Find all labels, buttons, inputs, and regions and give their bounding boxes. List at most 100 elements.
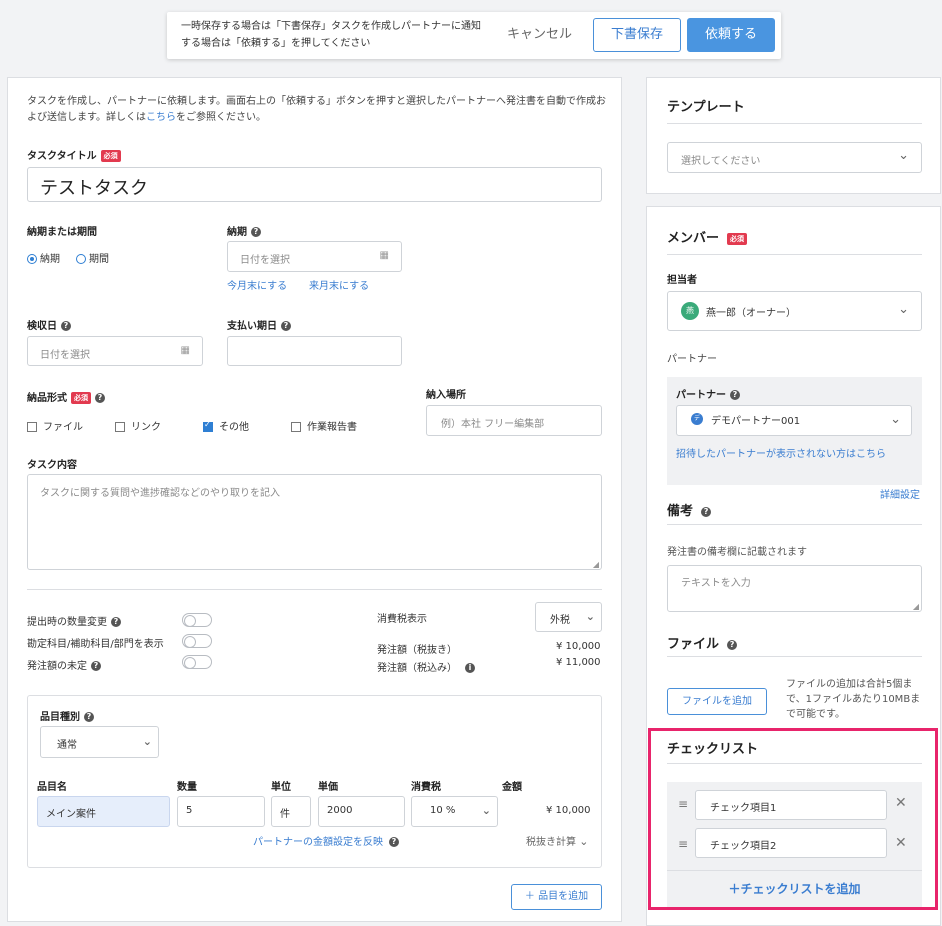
drag-handle-icon[interactable]: ≡ xyxy=(678,797,688,811)
calendar-icon: ▦ xyxy=(379,250,389,261)
avatar: デ xyxy=(691,413,703,425)
add-file-button[interactable]: ファイルを追加 xyxy=(667,688,767,715)
template-title: テンプレート xyxy=(667,100,745,115)
add-checklist-button[interactable]: ＋チェックリストを追加 xyxy=(667,880,922,897)
remove-item-icon[interactable]: ✕ xyxy=(895,835,907,851)
chevron-down-icon: ⌄ xyxy=(890,412,901,427)
resize-handle-icon[interactable]: ◢ xyxy=(593,560,599,569)
partner-section-label: パートナー xyxy=(667,354,717,365)
radio-due[interactable]: 納期 xyxy=(27,250,60,265)
item-name-input[interactable]: メイン案件 xyxy=(37,796,170,827)
inspection-date-input[interactable]: 日付を選択 ▦ xyxy=(27,336,203,366)
help-icon: ? xyxy=(95,393,105,403)
help-icon: ? xyxy=(61,321,71,331)
chevron-down-icon: ⌄ xyxy=(898,148,909,163)
item-type-select[interactable]: 通常 ⌄ xyxy=(40,726,159,758)
resize-handle-icon[interactable]: ◢ xyxy=(913,602,919,611)
task-content-textarea[interactable]: タスクに関する質問や進捗確認などのやり取りを記入 ◢ xyxy=(27,474,602,570)
item-unit-input[interactable]: 件 xyxy=(271,796,311,827)
col-header-amount: 金額 xyxy=(502,782,522,793)
remarks-title: 備考? xyxy=(667,500,712,519)
partner-select[interactable]: デ デモパートナー001 ⌄ xyxy=(676,405,912,436)
delivery-place-input[interactable]: 例）本社 フリー編集部 xyxy=(426,405,602,436)
divider xyxy=(667,763,922,764)
avatar: 燕 xyxy=(681,302,699,320)
chevron-down-icon: ⌄ xyxy=(142,735,152,748)
assignee-label: 担当者 xyxy=(667,275,697,286)
due-type-label: 納期または期間 xyxy=(27,227,97,238)
col-header-price: 単価 xyxy=(318,782,338,793)
add-item-button[interactable]: ＋ 品目を追加 xyxy=(511,884,602,910)
checkbox-checked-icon xyxy=(203,420,213,432)
help-icon: ? xyxy=(701,506,712,517)
action-bar-note: 一時保存する場合は「下書保存」タスクを作成しパートナーに通知する場合は「依頼する… xyxy=(181,21,481,49)
task-title-input[interactable]: テストタスク xyxy=(27,167,602,202)
due-label: 納期? xyxy=(227,223,261,238)
checklist-item-input[interactable]: チェック項目1 xyxy=(695,790,887,820)
item-amount: ¥ 10,000 xyxy=(546,805,591,816)
help-link[interactable]: こちら xyxy=(146,112,176,123)
format-checkbox-report[interactable]: 作業報告書 xyxy=(291,418,357,433)
item-qty-input[interactable]: 5 xyxy=(177,796,265,827)
cancel-button[interactable]: キャンセル xyxy=(507,23,572,42)
remarks-textarea[interactable]: テキストを入力 ◢ xyxy=(667,565,922,612)
divider xyxy=(667,870,922,871)
divider xyxy=(667,123,922,124)
radio-period-indicator xyxy=(76,254,86,264)
toggle-undecided-label: 発注額の未定? xyxy=(27,657,101,672)
toggle-account[interactable] xyxy=(182,634,212,648)
tax-display-select[interactable]: 外税 ⌄ xyxy=(535,602,602,632)
due-date-input[interactable]: 日付を選択 ▦ xyxy=(227,241,402,272)
partner-label: パートナー? xyxy=(676,386,740,401)
remove-item-icon[interactable]: ✕ xyxy=(895,795,907,811)
chevron-down-icon: ⌄ xyxy=(898,302,909,317)
assignee-select[interactable]: 燕 燕一郎（オーナー） ⌄ xyxy=(667,291,922,331)
format-checkbox-file[interactable]: ファイル xyxy=(27,418,83,433)
help-icon: ? xyxy=(251,227,261,237)
payment-date-input[interactable] xyxy=(227,336,402,366)
help-icon: ? xyxy=(111,617,121,627)
next-month-end-link[interactable]: 来月末にする xyxy=(309,277,369,292)
required-badge: 必須 xyxy=(727,232,748,245)
item-type-label: 品目種別? xyxy=(40,708,94,723)
file-note: ファイルの追加は合計5個まで、1ファイルあたり10MBまで可能です。 xyxy=(786,679,921,720)
delivery-format-label: 納品形式 必須? xyxy=(27,389,105,404)
file-title: ファイル? xyxy=(667,633,738,652)
required-badge: 必須 xyxy=(71,392,91,404)
tax-calc-toggle[interactable]: 税抜き計算 ⌄ xyxy=(526,833,588,848)
checkbox-icon xyxy=(27,422,37,432)
amount-ex-tax-value: ¥ 10,000 xyxy=(556,641,601,652)
submit-request-button[interactable]: 依頼する xyxy=(687,18,775,52)
amount-ex-tax-label: 発注額（税抜き） xyxy=(377,645,457,656)
draft-save-button[interactable]: 下書保存 xyxy=(593,18,681,52)
help-icon: ? xyxy=(281,321,291,331)
plus-icon: ＋ xyxy=(728,882,741,896)
divider xyxy=(667,656,922,657)
radio-period[interactable]: 期間 xyxy=(76,250,109,265)
item-tax-select[interactable]: 10 % ⌄ xyxy=(411,796,498,827)
toggle-undecided[interactable] xyxy=(182,655,212,669)
reflect-partner-price-link[interactable]: パートナーの金額設定を反映? xyxy=(253,833,399,848)
template-select[interactable]: 選択してください ⌄ xyxy=(667,142,922,173)
partner-missing-link[interactable]: 招待したパートナーが表示されない方はこちら xyxy=(676,445,886,460)
chevron-down-icon: ⌄ xyxy=(579,835,589,848)
col-header-unit: 単位 xyxy=(271,782,291,793)
chevron-down-icon: ⌄ xyxy=(481,804,491,817)
radio-due-indicator xyxy=(27,254,37,264)
plus-icon: ＋ xyxy=(524,891,535,902)
checklist-item-input[interactable]: チェック項目2 xyxy=(695,828,887,858)
help-icon: ? xyxy=(84,712,94,722)
help-icon: ? xyxy=(389,837,399,847)
delivery-place-label: 納入場所 xyxy=(426,390,466,401)
item-price-input[interactable]: 2000 xyxy=(318,796,405,827)
detail-settings-link[interactable]: 詳細設定 xyxy=(880,486,920,501)
format-checkbox-other[interactable]: その他 xyxy=(203,418,249,433)
divider xyxy=(667,524,922,525)
intro-text: タスクを作成し、パートナーに依頼します。画面右上の「依頼する」ボタンを押すと選択… xyxy=(27,96,606,123)
format-checkbox-link[interactable]: リンク xyxy=(115,418,161,433)
inspection-date-label: 検収日? xyxy=(27,317,71,332)
this-month-end-link[interactable]: 今月末にする xyxy=(227,277,287,292)
toggle-qty-change[interactable] xyxy=(182,613,212,627)
payment-date-label: 支払い期日? xyxy=(227,317,291,332)
drag-handle-icon[interactable]: ≡ xyxy=(678,837,688,851)
